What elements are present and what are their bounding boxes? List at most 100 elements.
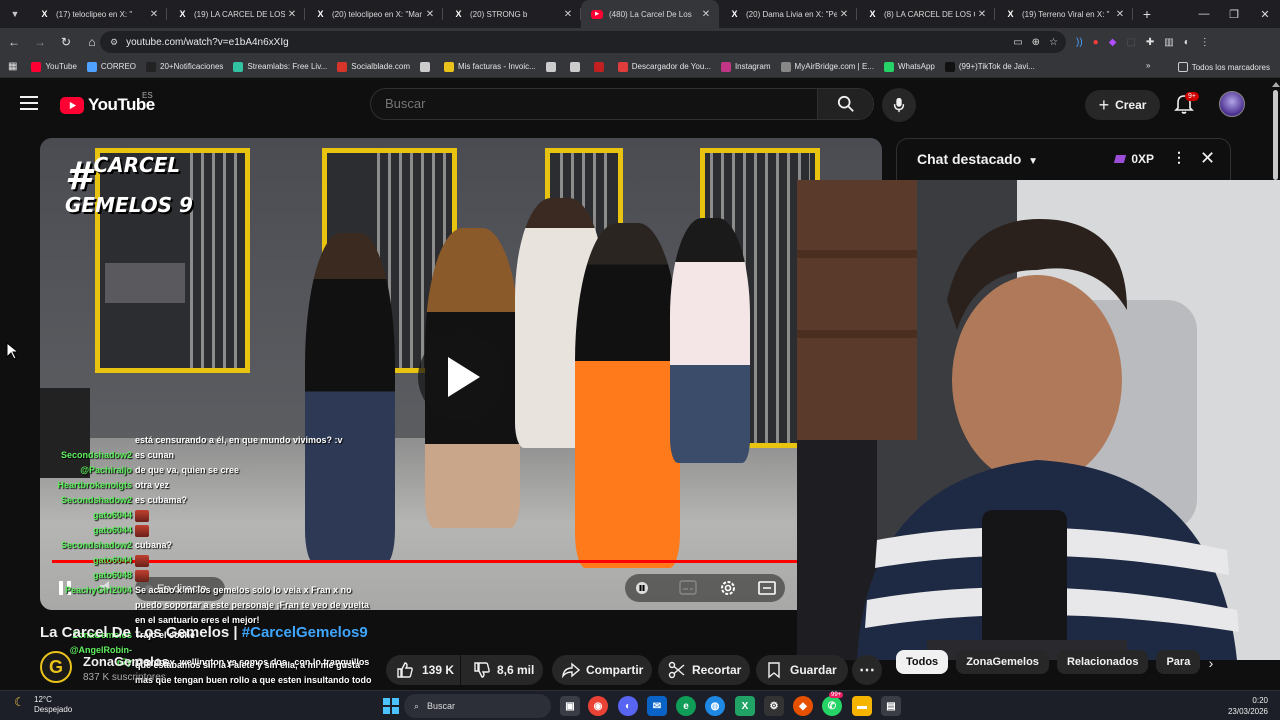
apps-grid-icon[interactable]: ▦ bbox=[8, 61, 17, 72]
extension-icon[interactable]: )) bbox=[1076, 37, 1083, 48]
bookmark-item[interactable]: 20+Notificaciones bbox=[146, 61, 223, 72]
create-button[interactable]: + Crear bbox=[1085, 90, 1160, 120]
search-input[interactable] bbox=[385, 89, 805, 119]
mail-icon[interactable]: ✉ bbox=[647, 696, 667, 716]
taskbar-search[interactable]: ⌕ Buscar bbox=[404, 694, 551, 718]
bookmark-item[interactable] bbox=[545, 61, 560, 72]
bookmark-item[interactable] bbox=[569, 61, 584, 72]
autoplay-toggle-icon[interactable] bbox=[635, 581, 651, 595]
clip-button[interactable]: Recortar bbox=[658, 655, 750, 685]
browser-tab[interactable]: ▶ (480) La Carcel De Los ✕ bbox=[581, 0, 719, 28]
chat-close-icon[interactable]: ✕ bbox=[1200, 148, 1215, 169]
scroll-up-arrow[interactable] bbox=[1272, 82, 1280, 87]
settings-app-icon[interactable]: ⚙ bbox=[764, 696, 784, 716]
theater-mode-icon[interactable] bbox=[758, 581, 776, 595]
browser-tab[interactable]: X (20) STRONG b ✕ bbox=[443, 0, 581, 28]
app-icon[interactable]: ◆ bbox=[793, 696, 813, 716]
tab-close-icon[interactable]: ✕ bbox=[1113, 9, 1127, 20]
play-button[interactable] bbox=[418, 333, 506, 421]
discord-icon[interactable]: ◐ bbox=[618, 696, 638, 716]
extension-icon[interactable]: ● bbox=[1093, 37, 1099, 48]
channel-avatar[interactable]: G bbox=[40, 651, 72, 683]
bookmark-item[interactable]: YouTube bbox=[31, 61, 77, 72]
bookmark-item[interactable]: Instagram bbox=[720, 61, 771, 72]
close-window-icon[interactable]: ✕ bbox=[1246, 0, 1280, 28]
browser-tab[interactable]: X (19) Terreno Viral en X: " ✕ bbox=[995, 0, 1133, 28]
tab-close-icon[interactable]: ✕ bbox=[975, 9, 989, 20]
chat-title-dropdown[interactable]: Chat destacado ▼ bbox=[917, 151, 1038, 167]
tab-close-icon[interactable]: ✕ bbox=[561, 9, 575, 20]
bookmark-item[interactable]: Streamlabs: Free Liv... bbox=[233, 61, 327, 72]
sidebar-icon[interactable]: ▥ bbox=[1164, 37, 1173, 48]
browser-tab[interactable]: X (20) teloclipeo en X: "Mar ✕ bbox=[305, 0, 443, 28]
more-actions-icon[interactable]: ⋯ bbox=[852, 655, 882, 685]
forward-icon[interactable]: → bbox=[28, 30, 52, 54]
browser-tab[interactable]: X (19) LA CARCEL DE LOS G ✕ bbox=[167, 0, 305, 28]
new-tab-button[interactable]: + bbox=[1137, 4, 1157, 24]
globe-icon[interactable]: ◍ bbox=[705, 696, 725, 716]
extension-icon[interactable]: ▢ bbox=[1126, 37, 1135, 48]
voice-search-button[interactable] bbox=[882, 88, 916, 122]
bookmark-item[interactable]: Descargador de You... bbox=[617, 61, 711, 72]
bookmark-item[interactable] bbox=[593, 61, 608, 72]
task-view-icon[interactable]: ▣ bbox=[560, 696, 580, 716]
channel-name[interactable]: ZonaGemelos bbox=[83, 654, 169, 669]
chip[interactable]: Todos bbox=[896, 650, 949, 674]
settings-gear-icon[interactable] bbox=[719, 579, 737, 597]
edge-icon[interactable]: e bbox=[676, 696, 696, 716]
share-button[interactable]: Compartir bbox=[552, 655, 652, 685]
bookmark-item[interactable]: Socialblade.com bbox=[337, 61, 410, 72]
bookmark-item[interactable]: CORREO bbox=[86, 61, 136, 72]
dislike-button[interactable]: 8,6 mil bbox=[461, 655, 543, 685]
all-bookmarks[interactable]: Todos los marcadores bbox=[1177, 56, 1270, 78]
tab-close-icon[interactable]: ✕ bbox=[837, 9, 851, 20]
profile-icon[interactable]: ◐ bbox=[1184, 37, 1190, 48]
search-button[interactable] bbox=[817, 89, 873, 119]
bookmark-item[interactable]: Mis facturas - Invoic... bbox=[443, 61, 536, 72]
chip[interactable]: ZonaGemelos bbox=[956, 650, 1049, 674]
bookmarks-overflow-icon[interactable]: » bbox=[1146, 61, 1150, 70]
bookmark-item[interactable] bbox=[419, 61, 434, 72]
windows-start-icon[interactable] bbox=[381, 696, 401, 716]
chrome-icon[interactable]: ◉ bbox=[588, 696, 608, 716]
extensions-puzzle-icon[interactable]: ✚ bbox=[1146, 37, 1154, 48]
bookmark-item[interactable]: WhatsApp bbox=[883, 61, 935, 72]
tab-close-icon[interactable]: ✕ bbox=[147, 9, 161, 20]
chip[interactable]: Relacionados bbox=[1056, 650, 1149, 674]
tab-close-icon[interactable]: ✕ bbox=[423, 9, 437, 20]
menu-icon[interactable] bbox=[20, 96, 38, 110]
subtitles-icon[interactable] bbox=[679, 580, 697, 595]
xp-indicator[interactable]: 0XP bbox=[1113, 152, 1154, 166]
whatsapp-icon[interactable]: ✆ bbox=[822, 696, 842, 716]
reload-icon[interactable]: ↻ bbox=[54, 30, 78, 54]
chip[interactable]: Para bbox=[1156, 650, 1201, 674]
url-text[interactable]: youtube.com/watch?v=e1bA4n6xXIg bbox=[126, 37, 289, 48]
clock[interactable]: 0:20 23/03/2026 bbox=[1226, 695, 1268, 717]
site-info-icon[interactable]: ⚙ bbox=[110, 37, 118, 48]
like-button[interactable]: 139 K bbox=[386, 655, 460, 685]
bookmark-item[interactable]: MyAirBridge.com | E... bbox=[780, 61, 874, 72]
browser-tab[interactable]: X (17) teloclipeo en X: " ✕ bbox=[29, 0, 167, 28]
extension-icon[interactable]: ◆ bbox=[1109, 37, 1117, 48]
tab-search-icon[interactable]: ▼ bbox=[4, 3, 26, 25]
cast-icon[interactable]: ▭ bbox=[1013, 37, 1022, 48]
chat-more-options-icon[interactable]: ⋮ bbox=[1172, 149, 1186, 166]
bookmark-star-icon[interactable]: ☆ bbox=[1049, 37, 1058, 48]
zoom-icon[interactable]: ⊕ bbox=[1032, 37, 1040, 48]
bookmark-item[interactable]: (99+)TikTok de Javi... bbox=[944, 61, 1035, 72]
video-title-hashtag[interactable]: #CarcelGemelos9 bbox=[242, 624, 368, 641]
app-icon[interactable]: ▤ bbox=[881, 696, 901, 716]
tab-close-icon[interactable]: ✕ bbox=[699, 9, 713, 20]
file-explorer-icon[interactable]: ▬ bbox=[852, 696, 872, 716]
browser-menu-icon[interactable]: ⋮ bbox=[1200, 37, 1210, 48]
excel-icon[interactable]: X bbox=[735, 696, 755, 716]
youtube-logo[interactable]: YouTube ES bbox=[60, 91, 155, 115]
tab-close-icon[interactable]: ✕ bbox=[285, 9, 299, 20]
browser-tab[interactable]: X (8) LA CARCEL DE LOS GE ✕ bbox=[857, 0, 995, 28]
weather-widget[interactable]: ☾ 12°C Despejado bbox=[14, 695, 72, 715]
back-icon[interactable]: ← bbox=[2, 30, 26, 54]
page-scrollbar[interactable] bbox=[1273, 90, 1278, 180]
address-bar[interactable]: ⚙ youtube.com/watch?v=e1bA4n6xXIg ▭ ⊕ ☆ bbox=[100, 31, 1066, 53]
account-avatar[interactable] bbox=[1219, 91, 1245, 117]
browser-tab[interactable]: X (20) Dama Livia en X: "Pe ✕ bbox=[719, 0, 857, 28]
